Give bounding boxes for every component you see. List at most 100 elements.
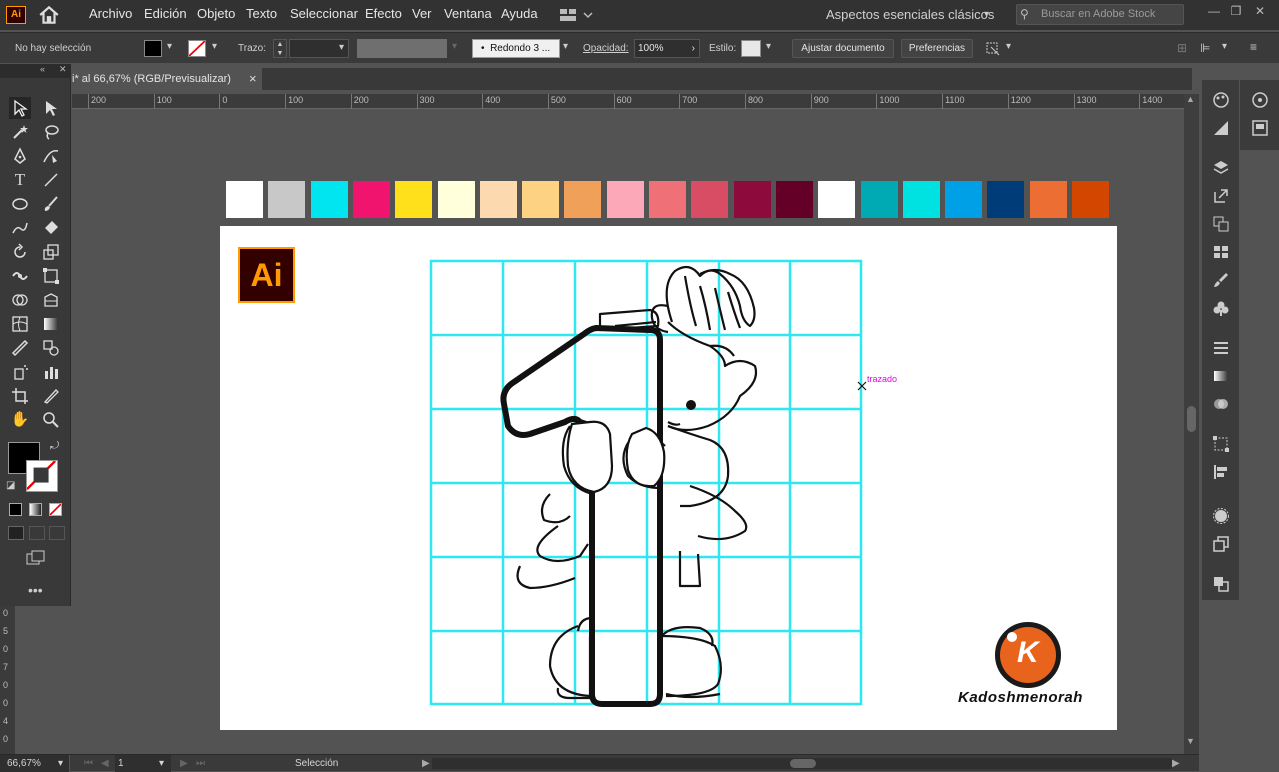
shaper-tool-icon[interactable] [9, 217, 31, 239]
menu-ventana[interactable]: Ventana [444, 0, 492, 30]
blend-tool-icon[interactable] [40, 337, 62, 359]
home-icon[interactable] [38, 5, 60, 25]
transform-icon[interactable] [985, 41, 1001, 56]
color-swatch[interactable] [564, 181, 601, 218]
last-artboard-icon[interactable]: ⏭ [196, 755, 205, 772]
chevron-down-icon[interactable]: ▾ [212, 41, 217, 52]
align-icon[interactable]: ⊞ [1177, 41, 1187, 55]
tools-panel-header[interactable]: « ✕ [0, 64, 71, 78]
menu-objeto[interactable]: Objeto [197, 0, 235, 30]
minimize-icon[interactable]: — [1206, 3, 1222, 19]
free-transform-tool-icon[interactable] [40, 265, 62, 287]
first-artboard-icon[interactable]: ⏮ [84, 755, 93, 772]
menu-edicion[interactable]: Edición [144, 0, 187, 30]
swatches-panel-icon[interactable] [1207, 240, 1235, 264]
selection-tool-icon[interactable] [9, 97, 31, 119]
illustration[interactable] [220, 226, 1117, 730]
color-swatch[interactable] [226, 181, 263, 218]
layers-panel-icon[interactable] [1207, 156, 1235, 180]
menu-ayuda[interactable]: Ayuda [501, 0, 538, 30]
draw-normal-icon[interactable] [8, 526, 24, 540]
curvature-tool-icon[interactable] [40, 145, 62, 167]
cc-libraries-icon[interactable] [1246, 88, 1274, 112]
close-window-icon[interactable]: ✕ [1252, 3, 1268, 19]
none-mode-icon[interactable] [49, 503, 62, 516]
color-swatch[interactable] [734, 181, 771, 218]
chevron-down-icon[interactable]: ▾ [766, 41, 771, 52]
paintbrush-tool-icon[interactable] [40, 193, 62, 215]
eyedropper-tool-icon[interactable] [9, 337, 31, 359]
color-mode-icon[interactable] [9, 503, 22, 516]
distribute-icon[interactable]: ⊫ [1200, 41, 1210, 55]
scroll-down-icon[interactable]: ▼ [1186, 736, 1195, 746]
scroll-right-icon[interactable]: ▶ [1172, 755, 1180, 772]
restore-icon[interactable]: ❐ [1228, 3, 1244, 19]
scale-tool-icon[interactable] [40, 241, 62, 263]
preferences-button[interactable]: Preferencias [901, 39, 973, 58]
stroke-weight-stepper[interactable]: ▲ ▼ [273, 39, 287, 58]
color-swatch[interactable] [395, 181, 432, 218]
color-swatch[interactable] [691, 181, 728, 218]
color-swatch[interactable] [607, 181, 644, 218]
hand-tool-icon[interactable]: ✋ [9, 409, 31, 431]
draw-behind-icon[interactable] [29, 526, 45, 540]
menu-archivo[interactable]: Archivo [89, 0, 132, 30]
pathfinder-panel-icon[interactable] [1207, 572, 1235, 596]
document-tab[interactable]: i* al 66,67% (RGB/Previsualizar) × [72, 68, 262, 90]
chevron-down-icon[interactable]: ▾ [452, 41, 457, 52]
collapse-icon[interactable]: « [40, 64, 45, 74]
scroll-up-icon[interactable]: ▲ [1186, 94, 1195, 104]
rotate-tool-icon[interactable] [9, 241, 31, 263]
brushes-panel-icon[interactable] [1207, 268, 1235, 292]
chevron-down-icon[interactable]: ▾ [563, 41, 568, 52]
column-graph-tool-icon[interactable] [40, 361, 62, 383]
ellipse-tool-icon[interactable] [9, 193, 31, 215]
color-swatch[interactable] [353, 181, 390, 218]
color-swatch[interactable] [987, 181, 1024, 218]
horizontal-scrollbar[interactable] [432, 758, 1172, 769]
slice-tool-icon[interactable] [40, 385, 62, 407]
hscroll-thumb[interactable] [790, 759, 816, 768]
color-swatch[interactable] [438, 181, 475, 218]
gradient-panel-icon[interactable] [1207, 364, 1235, 388]
color-swatch[interactable] [649, 181, 686, 218]
eraser-tool-icon[interactable] [40, 217, 62, 239]
zoom-tool-icon[interactable] [40, 409, 62, 431]
color-swatch[interactable] [903, 181, 940, 218]
pen-tool-icon[interactable] [9, 145, 31, 167]
graphic-styles-panel-icon[interactable] [1207, 532, 1235, 556]
graphic-style-box[interactable] [741, 40, 761, 57]
direct-selection-tool-icon[interactable] [40, 97, 62, 119]
fill-color-box[interactable] [144, 40, 162, 57]
color-swatch[interactable] [522, 181, 559, 218]
color-swatch[interactable] [268, 181, 305, 218]
mesh-tool-icon[interactable] [9, 313, 31, 335]
color-swatch[interactable] [1030, 181, 1067, 218]
width-tool-icon[interactable] [9, 265, 31, 287]
vertical-scrollbar[interactable]: ▲ ▼ [1184, 94, 1199, 756]
color-swatch[interactable] [311, 181, 348, 218]
properties-panel-icon[interactable] [1246, 116, 1274, 140]
fit-document-button[interactable]: Ajustar documento [792, 39, 894, 58]
shape-builder-tool-icon[interactable] [9, 289, 31, 311]
brush-definition[interactable]: • Redondo 3 ... [472, 39, 560, 58]
arrange-documents-icon[interactable] [559, 8, 595, 22]
type-tool-icon[interactable]: T [9, 169, 31, 191]
artboard[interactable]: Ai trazado K Kadoshmenorah [220, 226, 1117, 730]
symbols-panel-icon[interactable] [1207, 296, 1235, 320]
artboard-tool-icon[interactable] [9, 385, 31, 407]
lasso-tool-icon[interactable] [40, 121, 62, 143]
chevron-down-icon[interactable]: ▾ [167, 41, 172, 52]
stroke-none-box[interactable] [188, 40, 206, 57]
status-menu-icon[interactable]: ▶ [422, 755, 430, 772]
line-segment-tool-icon[interactable] [40, 169, 62, 191]
more-tools-icon[interactable]: ••• [28, 582, 43, 598]
live-paint-tool-icon[interactable] [40, 289, 62, 311]
swap-colors-icon[interactable]: ⤾ [50, 440, 59, 453]
color-panel-icon[interactable] [1207, 88, 1235, 112]
menu-seleccionar[interactable]: Seleccionar [290, 0, 358, 30]
stroke-panel-icon[interactable] [1207, 336, 1235, 360]
gradient-tool-icon[interactable] [40, 313, 62, 335]
close-tab-icon[interactable]: × [249, 68, 257, 90]
default-colors-icon[interactable]: ◪ [6, 480, 15, 491]
